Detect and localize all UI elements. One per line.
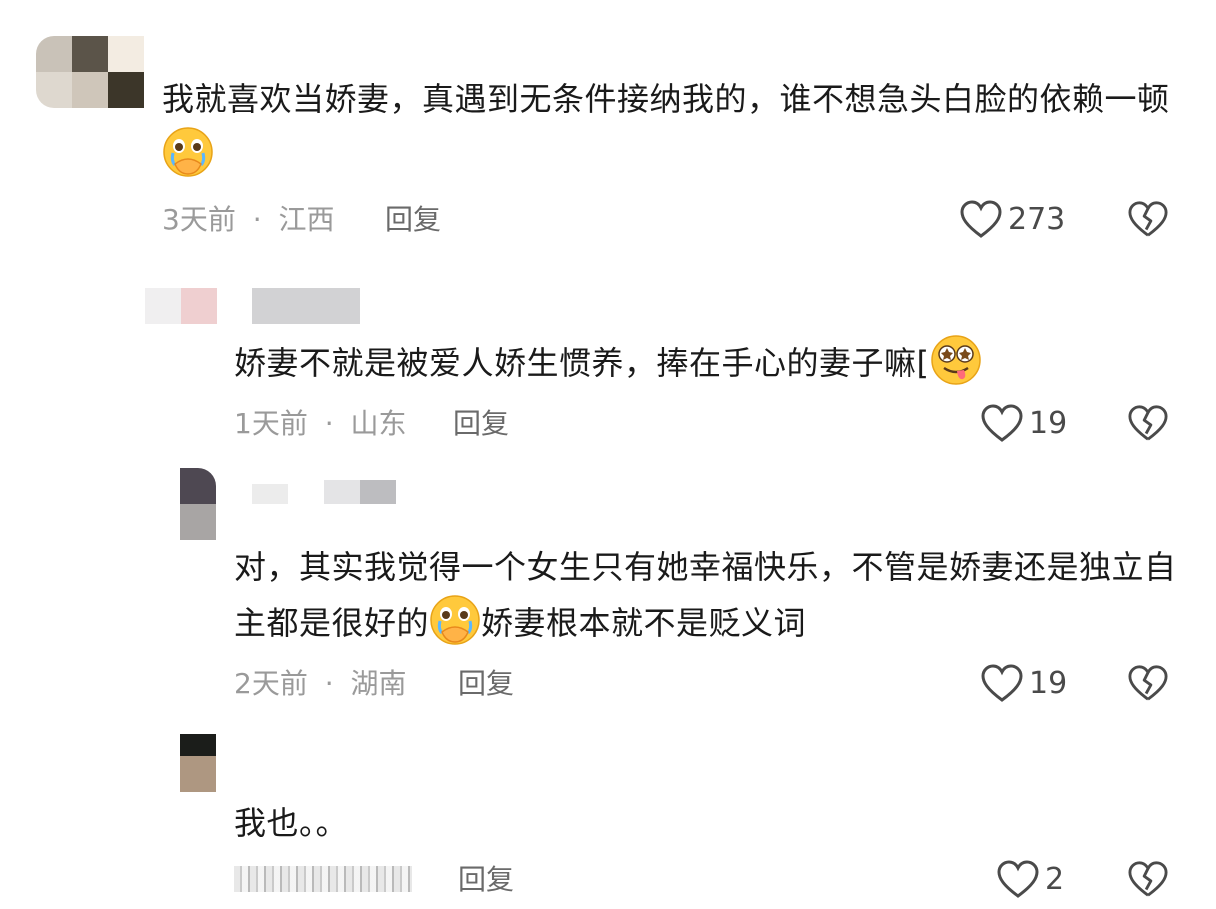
comment-meta-redacted (234, 866, 412, 892)
broken-heart-dislike-icon[interactable] (1128, 200, 1168, 240)
crying-hands-over-mouth-emoji-icon (163, 127, 213, 177)
comment-time: 2天前 (234, 667, 308, 700)
comment-text: 我就喜欢当娇妻，真遇到无条件接纳我的，谁不想急头白脸的依赖一顿 (162, 72, 1192, 182)
comment-text: 对，其实我觉得一个女生只有她幸福快乐，不管是娇妻还是独立自主都是很好的 娇妻根本就… (234, 540, 1194, 650)
like-button[interactable]: 19 (981, 664, 1067, 704)
broken-heart-dislike-icon[interactable] (1128, 404, 1168, 444)
comment-meta: 1天前 · 山东 (234, 404, 407, 444)
heart-outline-icon (981, 664, 1023, 702)
like-count: 19 (1029, 666, 1068, 701)
avatar[interactable] (36, 36, 144, 108)
reply-button[interactable]: 回复 (458, 664, 514, 704)
avatar[interactable] (180, 734, 216, 792)
comment-text-main: 娇妻不就是被爱人娇生惯养，捧在手心的妻子嘛[ (234, 344, 930, 382)
starry-eyed-tongue-emoji-icon (930, 335, 981, 385)
crying-hands-over-mouth-emoji-icon (430, 595, 480, 645)
broken-heart-dislike-icon[interactable] (1128, 860, 1168, 900)
comment-text-main: 我也。。 (234, 804, 349, 842)
username-redacted[interactable] (252, 480, 396, 504)
comment-meta: 2天前 · 湖南 (234, 664, 407, 704)
meta-separator: · (252, 203, 262, 236)
reply-button[interactable]: 回复 (453, 404, 509, 444)
like-button[interactable]: 273 (960, 200, 1065, 240)
like-count: 2 (1045, 862, 1065, 897)
comment-time: 3天前 (162, 203, 236, 236)
comment-location: 山东 (350, 407, 407, 440)
broken-heart-dislike-icon[interactable] (1128, 664, 1168, 704)
avatar[interactable] (145, 288, 217, 324)
comment-text-tail: 娇妻根本就不是贬义词 (481, 604, 807, 642)
comment-text-main: 我就喜欢当娇妻，真遇到无条件接纳我的，谁不想急头白脸的依赖一顿 (162, 80, 1170, 118)
comment-location: 湖南 (350, 667, 407, 700)
like-button[interactable]: 2 (997, 860, 1064, 900)
avatar[interactable] (180, 468, 216, 540)
heart-outline-icon (981, 404, 1023, 442)
meta-separator: · (324, 407, 334, 440)
comment-meta: 3天前 · 江西 (162, 200, 335, 240)
comment-text: 娇妻不就是被爱人娇生惯养，捧在手心的妻子嘛[ (234, 334, 1194, 390)
like-count: 19 (1029, 406, 1068, 441)
comment-location: 江西 (278, 203, 335, 236)
comment-time: 1天前 (234, 407, 308, 440)
heart-outline-icon (997, 860, 1039, 898)
heart-outline-icon (960, 200, 1002, 238)
like-button[interactable]: 19 (981, 404, 1067, 444)
like-count: 273 (1008, 202, 1066, 237)
comment-text: 我也。。 (234, 796, 1194, 850)
meta-separator: · (324, 667, 334, 700)
username-redacted[interactable] (252, 288, 360, 324)
reply-button[interactable]: 回复 (385, 200, 441, 240)
reply-button[interactable]: 回复 (458, 860, 514, 900)
